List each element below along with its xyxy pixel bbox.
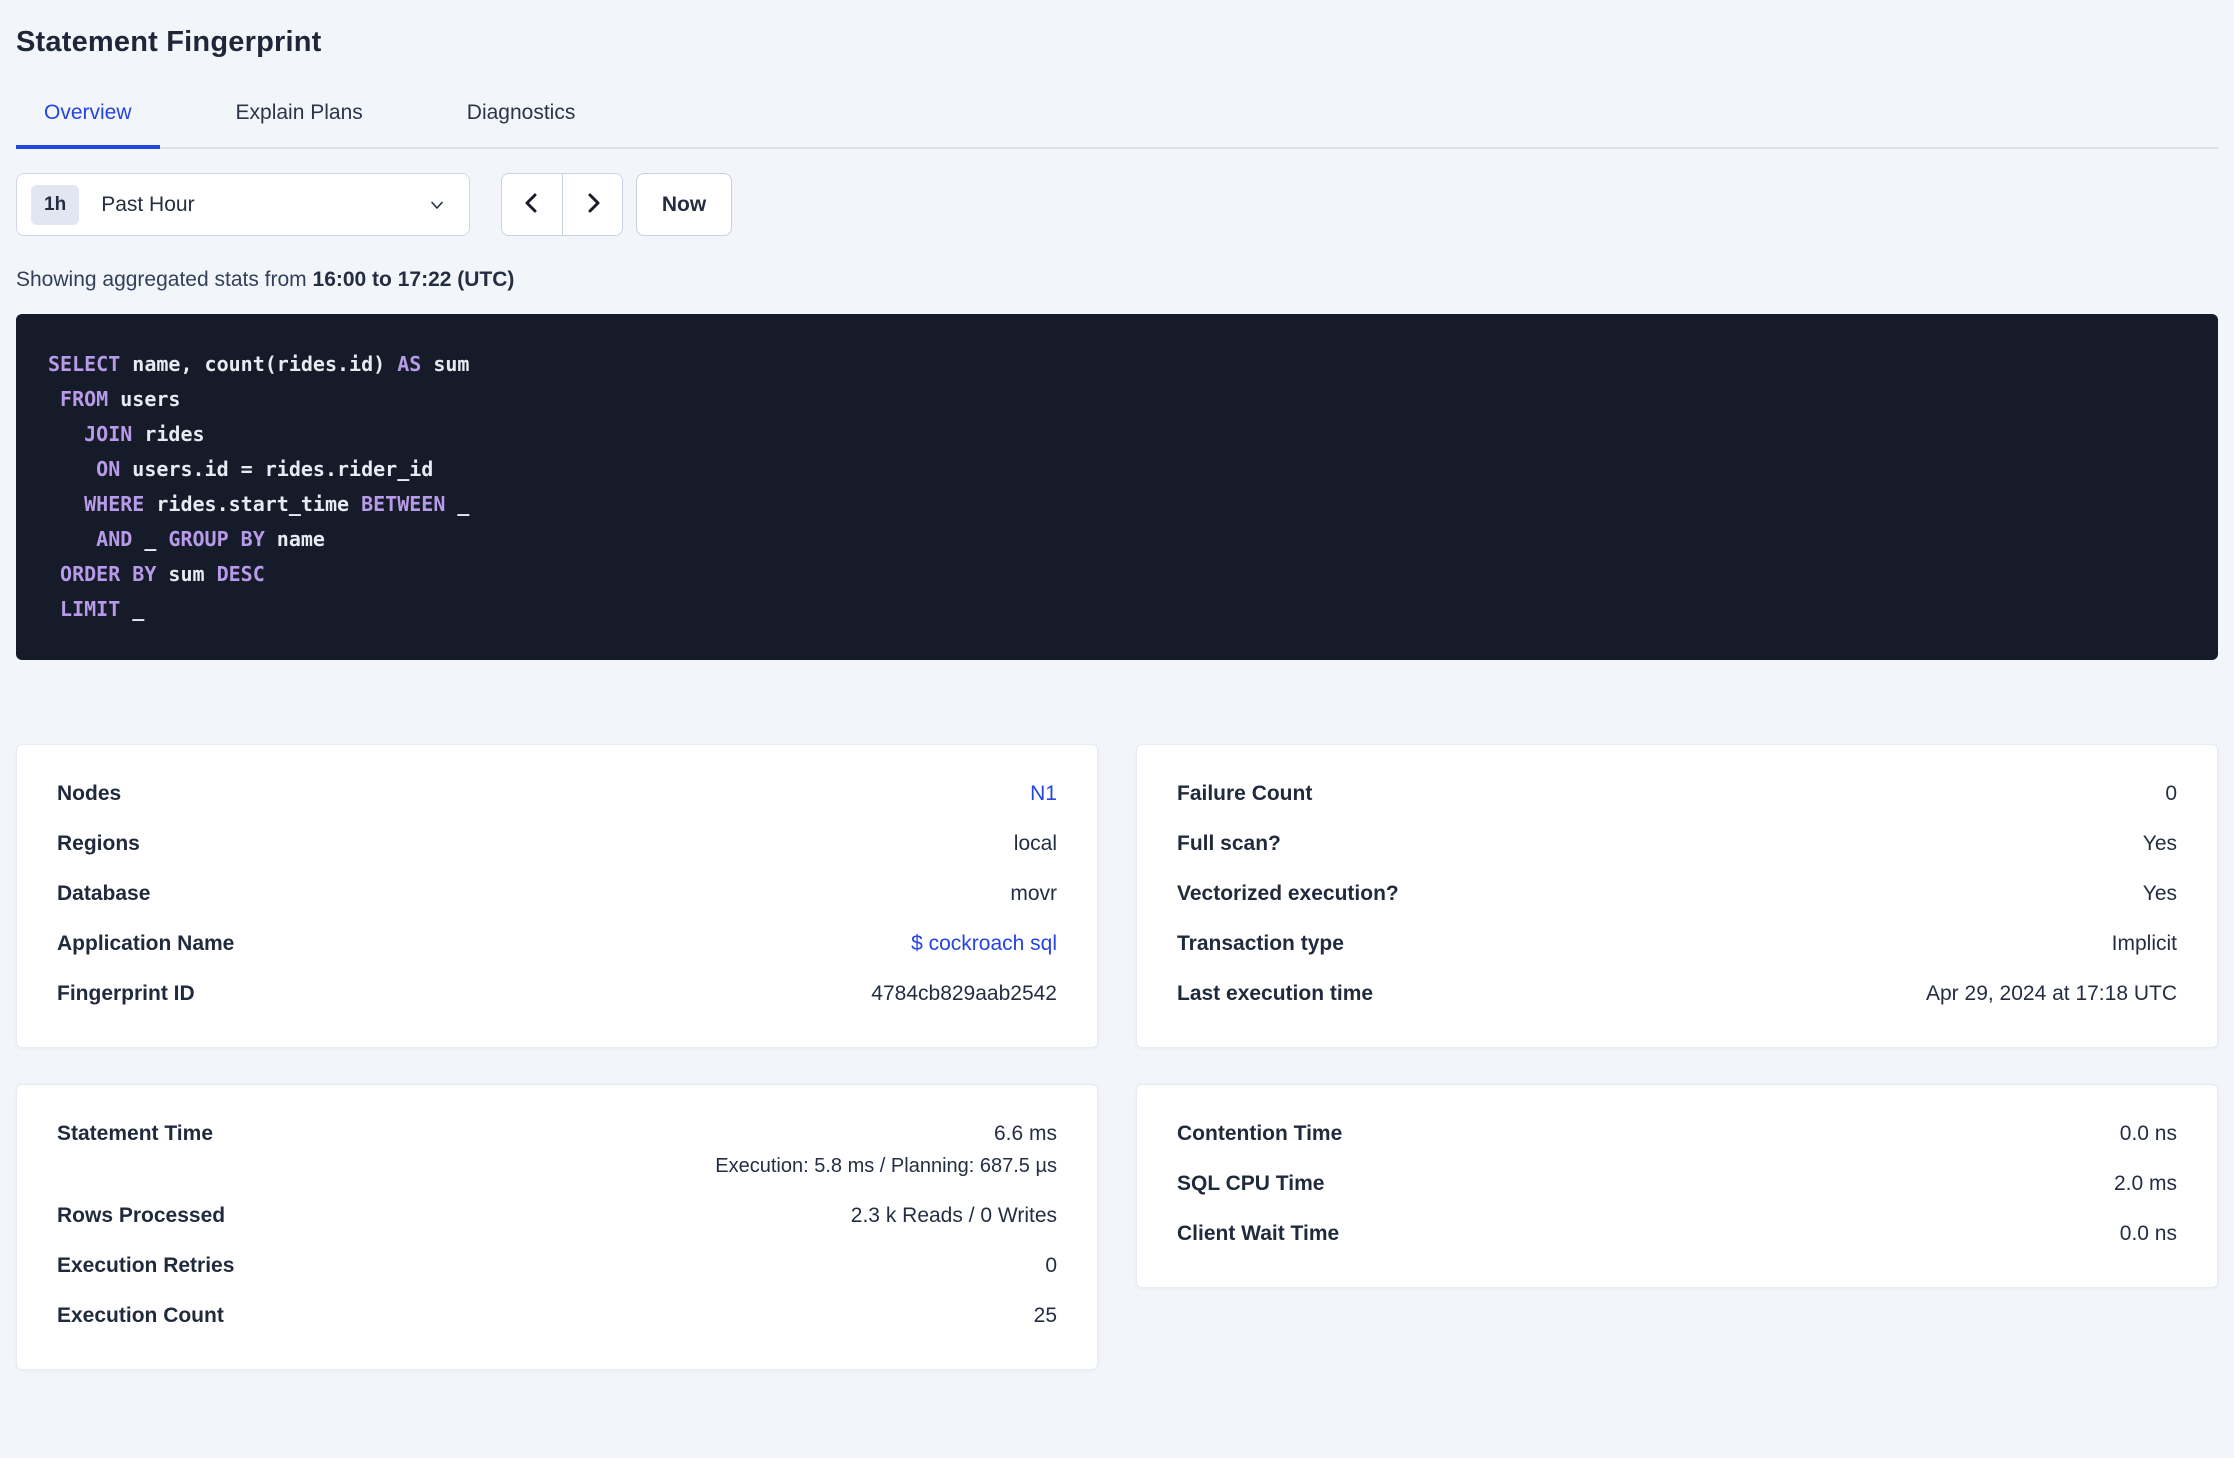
time-step-buttons [501,173,623,236]
sql-line: ORDER BY sum DESC [60,562,265,586]
attr-row-transaction-type: Transaction type Implicit [1177,919,2177,969]
row-label: SQL CPU Time [1177,1172,1325,1195]
row-label: Regions [57,832,140,855]
tab-diagnostics[interactable]: Diagnostics [439,89,604,149]
detail-row-regions: Regions local [57,819,1057,869]
row-value-stack: 6.6 ms Execution: 5.8 ms / Planning: 687… [715,1122,1057,1178]
row-value: 0 [2165,782,2177,805]
time-row-client-wait: Client Wait Time 0.0 ns [1177,1209,2177,1259]
sql-line: ON users.id = rides.rider_id [96,457,434,481]
attr-row-last-execution-time: Last execution time Apr 29, 2024 at 17:1… [1177,969,2177,1019]
prev-time-button[interactable] [502,174,562,235]
now-button[interactable]: Now [636,173,732,236]
row-value: Yes [2142,882,2177,905]
tab-bar: Overview Explain Plans Diagnostics [16,89,2218,149]
row-value: 6.6 ms [993,1122,1057,1145]
row-label: Execution Retries [57,1254,235,1277]
row-label: Contention Time [1177,1122,1343,1145]
row-value: 2.0 ms [2113,1172,2177,1195]
row-value: movr [1010,882,1057,905]
row-label: Database [57,882,151,905]
detail-row-fingerprint-id: Fingerprint ID 4784cb829aab2542 [57,969,1057,1019]
row-value: Implicit [2111,932,2177,955]
stats-summary-range: 16:00 to 17:22 (UTC) [312,268,515,291]
stats-summary-prefix: Showing aggregated stats from [16,268,313,291]
row-label: Client Wait Time [1177,1222,1340,1245]
row-value: Apr 29, 2024 at 17:18 UTC [1926,982,2177,1005]
cards-row-top: Nodes N1 Regions local Database movr App… [16,744,2218,1048]
page-title: Statement Fingerprint [16,26,322,58]
time-controls: 1h Past Hour Now [16,173,2218,236]
statement-stats-card: Statement Time 6.6 ms Execution: 5.8 ms … [16,1084,1098,1370]
stat-row-statement-time: Statement Time 6.6 ms Execution: 5.8 ms … [57,1109,1057,1191]
details-card: Nodes N1 Regions local Database movr App… [16,744,1098,1048]
detail-row-database: Database movr [57,869,1057,919]
row-value: 0 [1045,1254,1057,1277]
row-value: local [1013,832,1057,855]
attr-row-vectorized: Vectorized execution? Yes [1177,869,2177,919]
sql-line: JOIN rides [84,422,205,446]
row-label: Full scan? [1177,832,1281,855]
chevron-down-icon [427,195,447,215]
row-subvalue: Execution: 5.8 ms / Planning: 687.5 µs [715,1155,1057,1177]
row-value: 0.0 ns [2119,1222,2177,1245]
sql-statement-box: SELECT name, count(rides.id) AS sum FROM… [16,314,2218,660]
time-row-contention: Contention Time 0.0 ns [1177,1109,2177,1159]
row-label: Rows Processed [57,1204,226,1227]
nodes-link[interactable]: N1 [1030,782,1057,806]
sql-line: SELECT name, count(rides.id) AS sum [48,352,470,376]
row-value: Yes [2142,832,2177,855]
row-label: Vectorized execution? [1177,882,1399,905]
sql-line: LIMIT _ [60,597,145,621]
time-range-badge: 1h [31,184,80,225]
stat-row-execution-count: Execution Count 25 [57,1291,1057,1341]
detail-row-application-name: Application Name $ cockroach sql [57,919,1057,969]
application-name-link[interactable]: $ cockroach sql [911,932,1057,956]
time-row-sql-cpu: SQL CPU Time 2.0 ms [1177,1159,2177,1209]
time-stats-card: Contention Time 0.0 ns SQL CPU Time 2.0 … [1136,1084,2218,1288]
attr-row-full-scan: Full scan? Yes [1177,819,2177,869]
next-time-button[interactable] [562,174,622,235]
chevron-left-icon [519,190,545,219]
row-value: 2.3 k Reads / 0 Writes [850,1204,1057,1227]
time-range-label: Past Hour [101,192,195,216]
time-range-select[interactable]: 1h Past Hour [16,173,470,236]
row-label: Transaction type [1177,932,1344,955]
row-label: Last execution time [1177,982,1374,1005]
sql-line: AND _ GROUP BY name [96,527,325,551]
row-value: 0.0 ns [2119,1122,2177,1145]
attributes-card: Failure Count 0 Full scan? Yes Vectorize… [1136,744,2218,1048]
row-label: Nodes [57,782,122,805]
attr-row-failure-count: Failure Count 0 [1177,769,2177,819]
aggregated-stats-summary: Showing aggregated stats from 16:00 to 1… [16,268,2218,292]
row-value: 4784cb829aab2542 [871,982,1057,1005]
row-label: Fingerprint ID [57,982,195,1005]
stat-row-execution-retries: Execution Retries 0 [57,1241,1057,1291]
row-value: 25 [1033,1304,1057,1327]
row-label: Failure Count [1177,782,1313,805]
detail-row-nodes: Nodes N1 [57,769,1057,819]
row-label: Application Name [57,932,235,955]
row-label: Statement Time [57,1122,213,1145]
tab-explain-plans[interactable]: Explain Plans [208,89,391,149]
tab-overview[interactable]: Overview [16,89,160,149]
sql-line: FROM users [60,387,181,411]
chevron-right-icon [580,190,606,219]
stat-row-rows-processed: Rows Processed 2.3 k Reads / 0 Writes [57,1191,1057,1241]
cards-row-bottom: Statement Time 6.6 ms Execution: 5.8 ms … [16,1084,2218,1370]
sql-line: WHERE rides.start_time BETWEEN _ [84,492,470,516]
row-label: Execution Count [57,1304,224,1327]
